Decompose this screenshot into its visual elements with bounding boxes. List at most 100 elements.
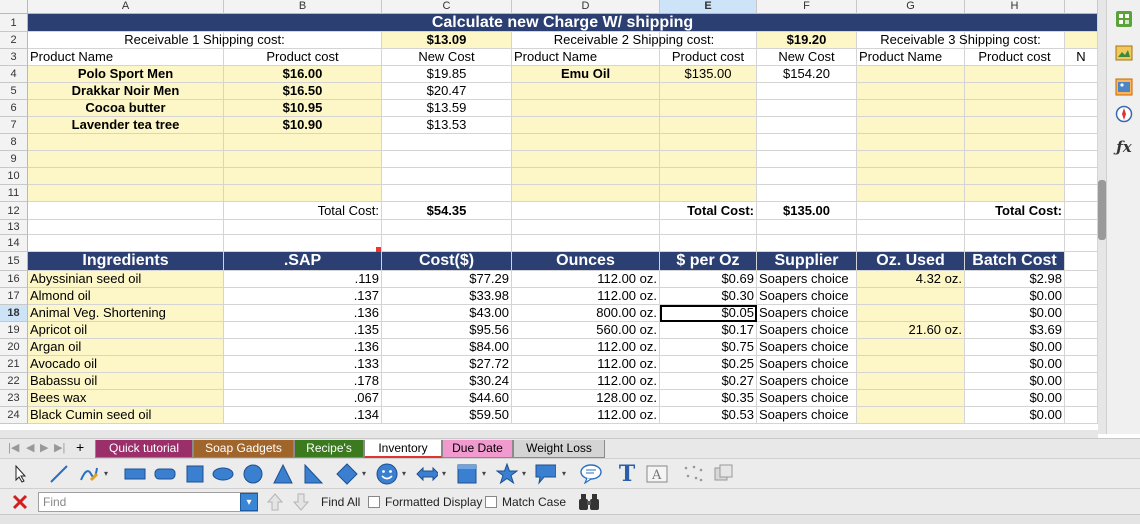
ingredient-batch[interactable]: $0.00 <box>965 339 1065 356</box>
ingredient-name[interactable]: Babassu oil <box>28 373 224 390</box>
find-all-button[interactable]: Find All <box>321 495 360 509</box>
find-previous-icon[interactable] <box>266 492 284 512</box>
ingredient-per-oz[interactable]: $0.30 <box>660 288 757 305</box>
col-new-cost[interactable]: New Cost <box>382 49 512 66</box>
ingredient-supplier[interactable]: Soapers choice <box>757 339 857 356</box>
product-cost-2[interactable] <box>660 100 757 117</box>
grid-cell[interactable] <box>965 220 1065 235</box>
ingredient-used[interactable]: 4.32 oz. <box>857 271 965 288</box>
styles-icon[interactable] <box>1113 42 1135 64</box>
ingredient-header[interactable]: Batch Cost <box>965 252 1065 271</box>
ingredient-name[interactable]: Bees wax <box>28 390 224 407</box>
product-name[interactable] <box>28 151 224 168</box>
column-header-clipped[interactable] <box>1065 0 1098 14</box>
ingredient-name[interactable]: Almond oil <box>28 288 224 305</box>
product-cost-2[interactable] <box>660 151 757 168</box>
callouts-dropdown-icon[interactable]: ▾ <box>562 469 566 478</box>
ingredient-per-oz[interactable]: $0.53 <box>660 407 757 424</box>
product-name-3[interactable] <box>857 151 965 168</box>
ingredient-per-oz[interactable]: $0.05 <box>660 305 757 322</box>
ingredient-per-oz[interactable]: $0.35 <box>660 390 757 407</box>
receivable-2-shipping[interactable]: $19.20 <box>757 32 857 49</box>
smiley-shapes-icon[interactable] <box>376 463 398 485</box>
product-name-2[interactable] <box>512 185 660 202</box>
row-header[interactable]: 23 <box>0 390 28 407</box>
grid-cell[interactable] <box>1065 356 1098 373</box>
row-header[interactable]: 15 <box>0 252 28 271</box>
col-new-cost-2[interactable]: New Cost <box>757 49 857 66</box>
ingredient-used[interactable] <box>857 339 965 356</box>
right-triangle-icon[interactable] <box>302 463 324 485</box>
row-header[interactable]: 1 <box>0 14 28 32</box>
product-name-2[interactable] <box>512 83 660 100</box>
ingredient-ounces[interactable]: 112.00 oz. <box>512 407 660 424</box>
row-header[interactable]: 16 <box>0 271 28 288</box>
total-cost-value[interactable]: $54.35 <box>382 202 512 220</box>
row-header[interactable]: 11 <box>0 185 28 202</box>
match-case-checkbox[interactable] <box>485 496 497 508</box>
product-name-3[interactable] <box>857 168 965 185</box>
row-header[interactable]: 3 <box>0 49 28 66</box>
product-cost-3[interactable] <box>965 83 1065 100</box>
ingredient-header[interactable]: Cost($) <box>382 252 512 271</box>
ingredient-used[interactable] <box>857 373 965 390</box>
gallery-icon[interactable] <box>1113 76 1135 98</box>
product-cost-2[interactable] <box>660 134 757 151</box>
new-cost-2[interactable] <box>757 83 857 100</box>
row-header[interactable]: 22 <box>0 373 28 390</box>
first-sheet-icon[interactable]: |◀ <box>8 441 19 454</box>
sheet-tab[interactable]: Recipe's <box>294 440 364 458</box>
product-name-2[interactable] <box>512 100 660 117</box>
row-header[interactable]: 8 <box>0 134 28 151</box>
ingredient-batch[interactable]: $0.00 <box>965 305 1065 322</box>
row-header[interactable]: 18 <box>0 305 28 322</box>
ingredient-used[interactable] <box>857 390 965 407</box>
ingredient-batch[interactable]: $2.98 <box>965 271 1065 288</box>
ingredient-header[interactable]: Oz. Used <box>857 252 965 271</box>
grid-cell[interactable] <box>757 235 857 252</box>
product-cost-3[interactable] <box>965 134 1065 151</box>
product-cost[interactable] <box>224 168 382 185</box>
grid-cell[interactable] <box>1065 252 1098 271</box>
ingredient-batch[interactable]: $0.00 <box>965 407 1065 424</box>
product-cost[interactable]: $16.00 <box>224 66 382 83</box>
grid-cell[interactable] <box>1065 288 1098 305</box>
product-name[interactable] <box>28 185 224 202</box>
ingredient-ounces[interactable]: 112.00 oz. <box>512 356 660 373</box>
properties-icon[interactable] <box>1113 8 1135 30</box>
prev-sheet-icon[interactable]: ◀ <box>26 441 34 454</box>
product-cost-3[interactable] <box>965 185 1065 202</box>
block-arrows-icon[interactable] <box>416 463 438 485</box>
product-name[interactable] <box>28 168 224 185</box>
grid-cell[interactable] <box>1065 185 1098 202</box>
comment-icon[interactable] <box>580 463 602 485</box>
new-cost-2[interactable] <box>757 117 857 134</box>
diamond-shapes-icon[interactable] <box>336 463 358 485</box>
product-cost-3[interactable] <box>965 151 1065 168</box>
product-cost-2[interactable] <box>660 83 757 100</box>
grid-cell[interactable] <box>1065 168 1098 185</box>
grid-cell[interactable] <box>1065 83 1098 100</box>
ingredient-header[interactable]: .SAP <box>224 252 382 271</box>
product-name-3[interactable] <box>857 83 965 100</box>
grid-cell[interactable] <box>1065 373 1098 390</box>
product-cost[interactable] <box>224 151 382 168</box>
column-header[interactable]: G <box>857 0 965 14</box>
add-sheet-button[interactable]: + <box>76 439 84 455</box>
grid-cell[interactable] <box>660 235 757 252</box>
product-name-3[interactable] <box>857 100 965 117</box>
close-find-icon[interactable] <box>10 492 30 512</box>
ingredient-sap[interactable]: .067 <box>224 390 382 407</box>
ingredient-sap[interactable]: .136 <box>224 305 382 322</box>
row-header[interactable]: 19 <box>0 322 28 339</box>
find-next-icon[interactable] <box>292 492 310 512</box>
ingredient-sap[interactable]: .136 <box>224 339 382 356</box>
new-cost[interactable] <box>382 134 512 151</box>
column-header[interactable]: C <box>382 0 512 14</box>
row-header[interactable]: 17 <box>0 288 28 305</box>
ingredient-sap[interactable]: .135 <box>224 322 382 339</box>
new-cost[interactable]: $20.47 <box>382 83 512 100</box>
row-header[interactable]: 7 <box>0 117 28 134</box>
grid-cell[interactable] <box>224 220 382 235</box>
ingredient-per-oz[interactable]: $0.69 <box>660 271 757 288</box>
